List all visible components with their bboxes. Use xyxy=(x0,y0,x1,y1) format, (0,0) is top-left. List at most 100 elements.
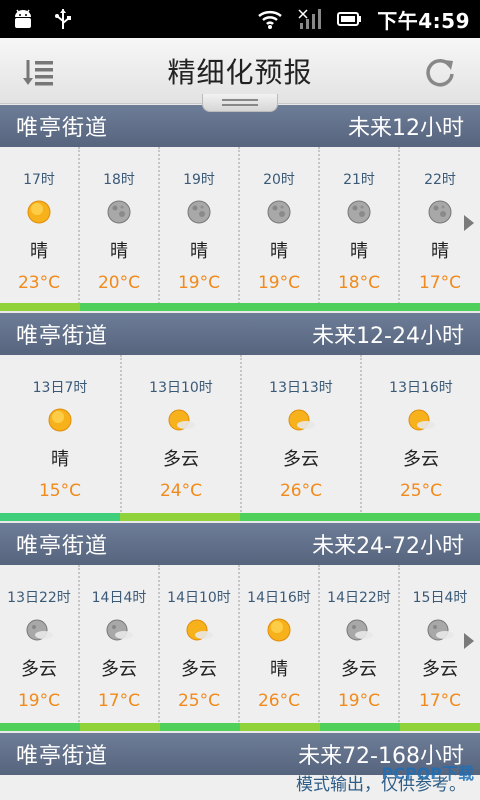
forecast-cell[interactable]: 18时晴 20°C xyxy=(78,147,158,307)
range-label: 未来12小时 xyxy=(348,116,464,141)
refresh-button[interactable] xyxy=(422,54,458,90)
sun-icon xyxy=(267,618,291,642)
forecast-condition: 晴 xyxy=(190,241,208,262)
color-bar-segment xyxy=(160,303,240,311)
forecast-temperature: 17°C xyxy=(418,273,461,293)
scroll-right-arrow[interactable] xyxy=(464,633,474,649)
sun-cloud-icon xyxy=(408,409,435,431)
forecast-cell[interactable]: 14日22时 多云 19°C xyxy=(318,565,398,725)
forecast-cell[interactable]: 13日16时 多云 25°C xyxy=(360,355,480,515)
forecast-time: 13日13时 xyxy=(269,380,333,396)
forecast-cell[interactable]: 14日4时 多云 17°C xyxy=(78,565,158,725)
color-bar-segment xyxy=(400,303,480,311)
status-bar: 下午4:59 xyxy=(0,0,480,38)
list-menu-icon xyxy=(23,60,53,86)
forecast-cell[interactable]: 20时晴 19°C xyxy=(238,147,318,307)
color-bar-segment xyxy=(240,303,320,311)
forecast-temperature: 15°C xyxy=(38,481,81,501)
forecast-time: 22时 xyxy=(424,172,456,188)
sun-cloud-icon xyxy=(288,409,315,431)
location-label: 唯亭街道 xyxy=(16,324,109,349)
color-bar-segment xyxy=(80,303,160,311)
forecast-row-12-24h[interactable]: 13日7时晴 15°C 13日10时 多云 24°C 13日13时 多云 26°C 13日16时… xyxy=(0,355,480,515)
forecast-condition: 多云 xyxy=(101,659,137,680)
moon-icon xyxy=(107,200,131,224)
range-label: 未来24-72小时 xyxy=(312,534,464,559)
wifi-icon xyxy=(258,10,283,29)
forecast-cell[interactable]: 13日10时 多云 24°C xyxy=(120,355,240,515)
forecast-temperature: 17°C xyxy=(97,691,140,711)
forecast-cell[interactable]: 14日16时晴 26°C xyxy=(238,565,318,725)
sun-icon xyxy=(48,408,72,432)
forecast-time: 19时 xyxy=(183,172,215,188)
forecast-temperature: 20°C xyxy=(97,273,140,293)
sun-cloud-icon xyxy=(168,409,195,431)
moon-icon xyxy=(267,200,291,224)
moon-icon xyxy=(187,200,211,224)
moon-icon xyxy=(347,200,371,224)
forecast-condition: 多云 xyxy=(341,659,377,680)
forecast-cell[interactable]: 13日22时 多云 19°C xyxy=(0,565,78,725)
forecast-temperature: 26°C xyxy=(279,481,322,501)
forecast-condition: 晴 xyxy=(110,241,128,262)
moon-icon xyxy=(428,200,452,224)
forecast-cell[interactable]: 13日7时晴 15°C xyxy=(0,355,120,515)
forecast-time: 14日10时 xyxy=(167,590,231,606)
moon-cloud-icon xyxy=(346,619,373,641)
moon-cloud-icon xyxy=(26,619,53,641)
moon-cloud-icon xyxy=(427,619,454,641)
temperature-color-bar xyxy=(0,723,480,731)
color-bar-segment xyxy=(360,513,480,521)
sun-cloud-icon xyxy=(186,619,213,641)
forecast-time: 13日10时 xyxy=(149,380,213,396)
forecast-time: 17时 xyxy=(23,172,55,188)
forecast-cell[interactable]: 14日10时 多云 25°C xyxy=(158,565,238,725)
forecast-cell[interactable]: 13日13时 多云 26°C xyxy=(240,355,360,515)
color-bar-segment xyxy=(320,303,400,311)
color-bar-segment xyxy=(240,513,360,521)
forecast-temperature: 24°C xyxy=(159,481,202,501)
section-header-12-24h: 唯亭街道 未来12-24小时 xyxy=(0,313,480,355)
refresh-icon xyxy=(426,58,454,87)
forecast-cell[interactable]: 19时晴 19°C xyxy=(158,147,238,307)
color-bar-segment xyxy=(0,723,80,731)
menu-button[interactable] xyxy=(20,54,56,90)
temperature-color-bar xyxy=(0,303,480,311)
forecast-time: 18时 xyxy=(103,172,135,188)
forecast-condition: 晴 xyxy=(51,449,69,470)
forecast-row-12h[interactable]: 17时晴 23°C 18时晴 20°C 19时晴 19°C 20时晴 19°C 21时晴 18°C… xyxy=(0,147,480,307)
forecast-condition: 晴 xyxy=(431,241,449,262)
usb-icon xyxy=(55,9,71,29)
forecast-temperature: 19°C xyxy=(257,273,300,293)
drawer-handle[interactable] xyxy=(202,94,278,112)
watermark-logo: PCPOP下载 xyxy=(381,764,474,783)
forecast-condition: 多云 xyxy=(422,659,458,680)
scroll-right-arrow[interactable] xyxy=(464,215,474,231)
forecast-condition: 多云 xyxy=(181,659,217,680)
range-label: 未来12-24小时 xyxy=(312,324,464,349)
forecast-time: 14日16时 xyxy=(247,590,311,606)
forecast-cell[interactable]: 17时晴 23°C xyxy=(0,147,78,307)
color-bar-segment xyxy=(160,723,240,731)
location-label: 唯亭街道 xyxy=(16,744,109,769)
forecast-time: 15日4时 xyxy=(412,590,468,606)
signal-icon xyxy=(298,9,322,29)
forecast-temperature: 23°C xyxy=(17,273,60,293)
forecast-temperature: 19°C xyxy=(177,273,220,293)
forecast-condition: 晴 xyxy=(30,241,48,262)
forecast-cell[interactable]: 21时晴 18°C xyxy=(318,147,398,307)
forecast-row-24-72h[interactable]: 13日22时 多云 19°C 14日4时 多云 17°C 14日10时 多云 25°C 14日16… xyxy=(0,565,480,725)
forecast-condition: 晴 xyxy=(270,659,288,680)
forecast-time: 13日7时 xyxy=(32,380,88,396)
color-bar-segment xyxy=(400,723,480,731)
battery-icon xyxy=(337,12,362,26)
forecast-temperature: 19°C xyxy=(337,691,380,711)
android-icon xyxy=(15,9,31,28)
color-bar-segment xyxy=(80,723,160,731)
color-bar-segment xyxy=(120,513,240,521)
forecast-condition: 多云 xyxy=(21,659,57,680)
forecast-condition: 多云 xyxy=(403,449,439,470)
forecast-temperature: 25°C xyxy=(399,481,442,501)
clock: 下午4:59 xyxy=(377,8,470,33)
forecast-temperature: 26°C xyxy=(257,691,300,711)
